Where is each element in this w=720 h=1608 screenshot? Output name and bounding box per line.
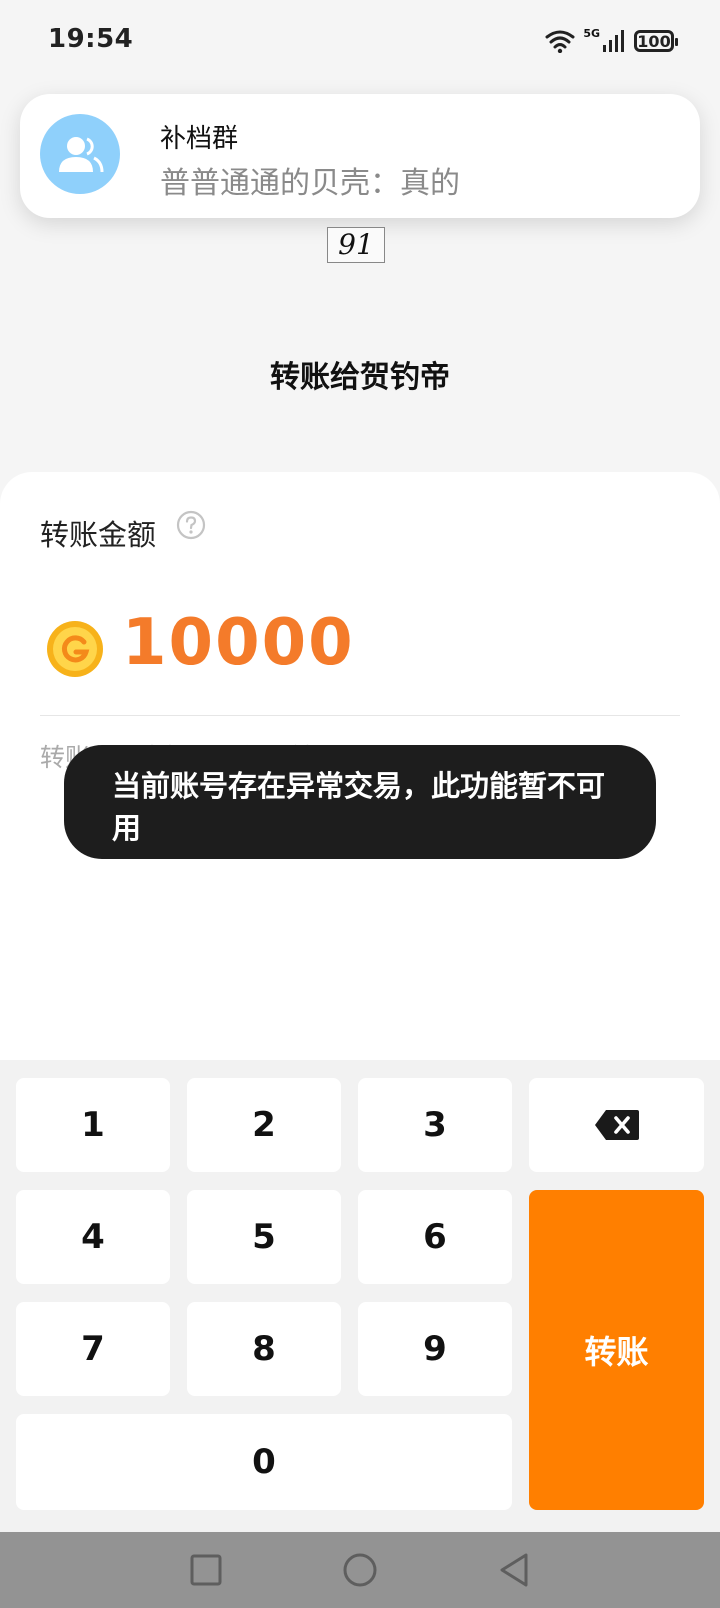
status-icons: 5G 100: [545, 26, 678, 56]
recent-apps-icon[interactable]: [188, 1552, 224, 1588]
page-title: 转账给贺钓帝: [270, 360, 450, 395]
group-people-icon: [59, 137, 104, 173]
key-1[interactable]: 1: [16, 1078, 170, 1172]
key-4[interactable]: 4: [16, 1190, 170, 1284]
back-icon[interactable]: [496, 1552, 532, 1588]
backspace-icon: [594, 1110, 639, 1140]
notification-message: 普普通通的贝壳：真的: [160, 166, 460, 201]
system-nav-bar: [0, 1532, 720, 1608]
key-9[interactable]: 9: [358, 1302, 512, 1396]
amount-label: 转账金额: [40, 518, 157, 552]
wifi-icon: [545, 30, 575, 53]
key-6[interactable]: 6: [358, 1190, 512, 1284]
divider: [40, 715, 680, 716]
help-icon[interactable]: [176, 510, 206, 540]
message-notification[interactable]: 补档群 普普通通的贝壳：真的: [20, 94, 700, 218]
delete-button[interactable]: [529, 1078, 704, 1172]
notification-title: 补档群: [160, 124, 239, 154]
battery-level: 100: [637, 31, 671, 51]
key-8[interactable]: 8: [187, 1302, 341, 1396]
key-0[interactable]: 0: [16, 1414, 512, 1510]
error-toast: 当前账号存在异常交易，此功能暂不可用: [64, 745, 656, 859]
home-icon[interactable]: [342, 1552, 378, 1588]
key-5[interactable]: 5: [187, 1190, 341, 1284]
status-bar: 19:54 5G 100: [0, 0, 720, 82]
coin-icon: [47, 621, 103, 677]
group-avatar: [40, 114, 120, 194]
transfer-button[interactable]: 转账: [529, 1190, 704, 1510]
numeric-keypad: 1 2 3 4 5 6 转账 7 8 9 0: [0, 1060, 720, 1532]
network-type: 5G: [583, 26, 600, 40]
battery-icon: 100: [634, 30, 678, 52]
key-3[interactable]: 3: [358, 1078, 512, 1172]
key-2[interactable]: 2: [187, 1078, 341, 1172]
status-time: 19:54: [48, 24, 134, 54]
key-7[interactable]: 7: [16, 1302, 170, 1396]
captcha-label: 91: [327, 227, 385, 263]
amount-input[interactable]: 10000: [122, 606, 355, 680]
signal-icon: [603, 30, 624, 52]
